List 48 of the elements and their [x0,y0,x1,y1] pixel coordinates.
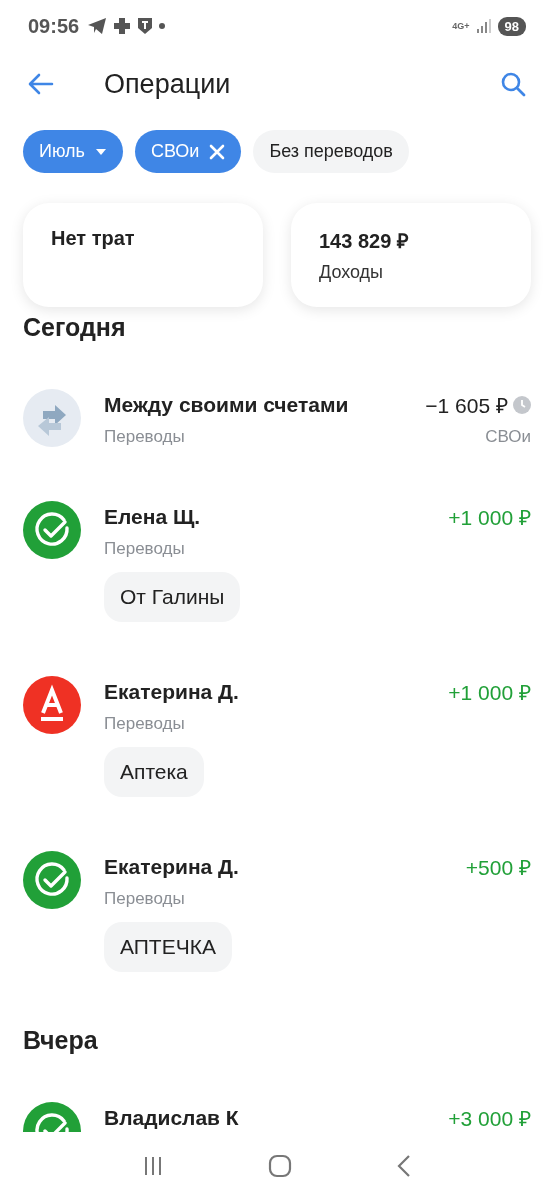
card-subtitle: Доходы [319,262,385,283]
operation-category: Переводы [104,539,185,559]
operation-name: Екатерина Д. [104,855,239,879]
paper-plane-icon [87,17,108,35]
letter-a-logo-icon [23,676,81,734]
cross-icon [113,17,132,35]
transfer-arrows-icon [23,389,81,447]
clock-time: 09:56 [28,14,80,38]
card-title: 143 829 ₽ [319,229,410,254]
filter-chip[interactable]: Без переводов [253,130,409,173]
operation-name: Владислав К [104,1106,239,1130]
check-logo-icon [23,501,81,559]
comment-label: От Галины [104,572,241,622]
filter-chip[interactable]: СВОи [134,130,242,173]
close-icon[interactable] [209,143,226,160]
shield-icon [137,17,154,35]
section-heading: Вчера [23,1026,99,1055]
check-logo-icon [23,851,81,909]
battery-level: 98 [497,16,526,36]
operation-amount: +500 ₽ [465,855,531,881]
operation-name: Елена Щ. [104,505,201,529]
summary-card[interactable]: 143 829 ₽ Доходы [291,203,531,307]
search-icon[interactable] [500,71,526,97]
operation-category: Переводы [104,889,185,909]
operation-amount: +1 000 ₽ [448,680,531,706]
section-heading: Сегодня [23,313,127,342]
network-label: 4G+ [452,21,470,31]
dropdown-caret-icon [94,147,107,156]
account-label: СВОи [485,427,531,447]
operation-name: Между своими счетами [104,393,349,417]
summary-card[interactable]: Нет трат [23,203,263,307]
operation-name: Екатерина Д. [104,680,239,704]
page-title: Операции [104,68,232,100]
operation-amount: +1 000 ₽ [448,505,531,531]
recent-apps-icon[interactable] [142,1155,164,1177]
signal-icon [475,18,492,34]
operation-category: Переводы [104,714,185,734]
operation-category: Переводы [104,427,185,447]
comment-label: Аптека [104,747,204,797]
operation-amount: +3 000 ₽ [448,1106,531,1132]
home-icon[interactable] [268,1154,292,1178]
comment-label: АПТЕЧКА [104,922,232,972]
back-icon[interactable] [396,1154,412,1178]
back-arrow-icon[interactable] [28,73,54,95]
dot-icon [159,23,166,29]
operation-amount: −1 605 ₽ [425,393,508,419]
filter-chip[interactable]: Июль [23,130,123,173]
card-title: Нет трат [51,227,136,250]
